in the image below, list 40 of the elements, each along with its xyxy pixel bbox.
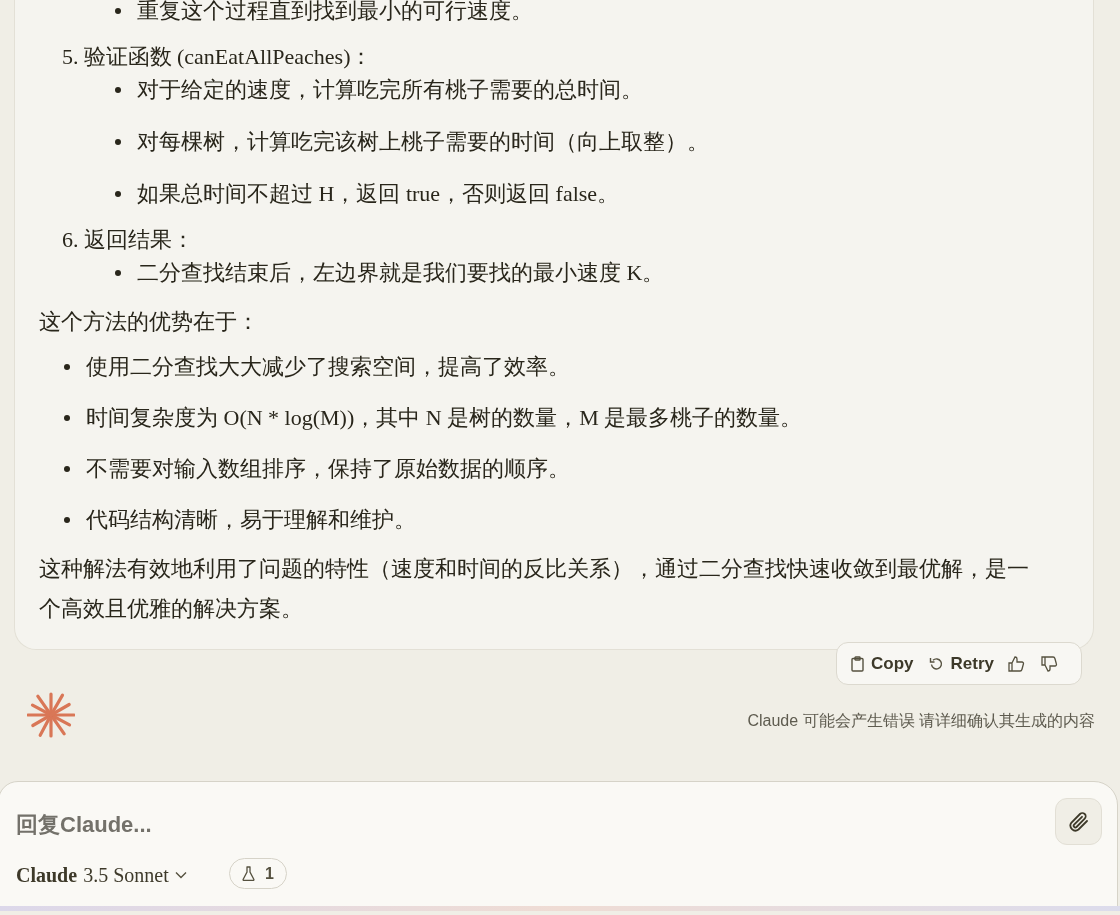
bullet-icon [115,87,121,93]
paperclip-icon [1067,809,1090,834]
bullet-icon [64,517,70,523]
flask-icon [242,866,255,881]
list-number: 5. [62,43,79,71]
paragraph-text: 这个方法的优势在于： [38,308,260,336]
list-number: 6. [62,226,79,254]
list-item-text: 不需要对输入数组排序，保持了原始数据的顺序。 [86,455,570,483]
list-item-text: 返回结果： [83,226,194,254]
thumbs-up-button[interactable] [1007,655,1025,672]
list-item-text: 时间复杂度为 O(N * log(M))，其中 N 是树的数量，M 是最多桃子的数量。 [86,404,803,432]
list-item-text: 对于给定的速度，计算吃完所有桃子需要的总时间。 [137,76,643,104]
bullet-icon [115,139,121,145]
list-item-text: 重复这个过程直到找到最小的可行速度。 [137,0,533,25]
undo-icon [927,655,944,672]
list-item-text: 如果总时间不超过 H，返回 true，否则返回 false。 [137,180,620,208]
bullet-icon [115,191,121,197]
thumbs-down-button[interactable] [1040,655,1058,672]
list-item-text: 对每棵树，计算吃完该树上桃子需要的时间（向上取整）。 [137,128,709,156]
chevron-down-icon [174,871,187,879]
bullet-icon [115,8,121,14]
bullet-icon [64,415,70,421]
retry-button[interactable]: Retry [927,650,994,677]
copy-button[interactable]: Copy [851,650,914,677]
clipboard-icon [851,655,864,672]
thumbs-up-icon [1007,655,1025,672]
attach-button[interactable] [1055,798,1102,845]
thumbs-down-icon [1040,655,1058,672]
list-item-text: 使用二分查找大大减少了搜索空间，提高了效率。 [86,353,570,381]
starburst-logo-icon [27,691,75,739]
bullet-icon [115,270,121,276]
bullet-icon [64,466,70,472]
list-item-text: 验证函数 (canEatAllPeaches)： [83,43,373,71]
paragraph-text: 这种解法有效地利用了问题的特性（速度和时间的反比关系），通过二分查找快速收敛到最优解，是一个高效且优雅的解决方案。 [38,555,1030,623]
list-item-text: 代码结构清晰，易于理解和维护。 [86,506,416,534]
message-input-field[interactable]: 回复Claude... [16,808,1016,840]
bullet-icon [64,364,70,370]
list-item-text: 二分查找结束后，左边界就是我们要找的最小速度 K。 [137,259,665,287]
model-selector[interactable]: Claude 3.5 Sonnet [16,860,187,890]
disclaimer-text: Claude 可能会产生错误 请详细确认其生成的内容 [747,711,1095,731]
